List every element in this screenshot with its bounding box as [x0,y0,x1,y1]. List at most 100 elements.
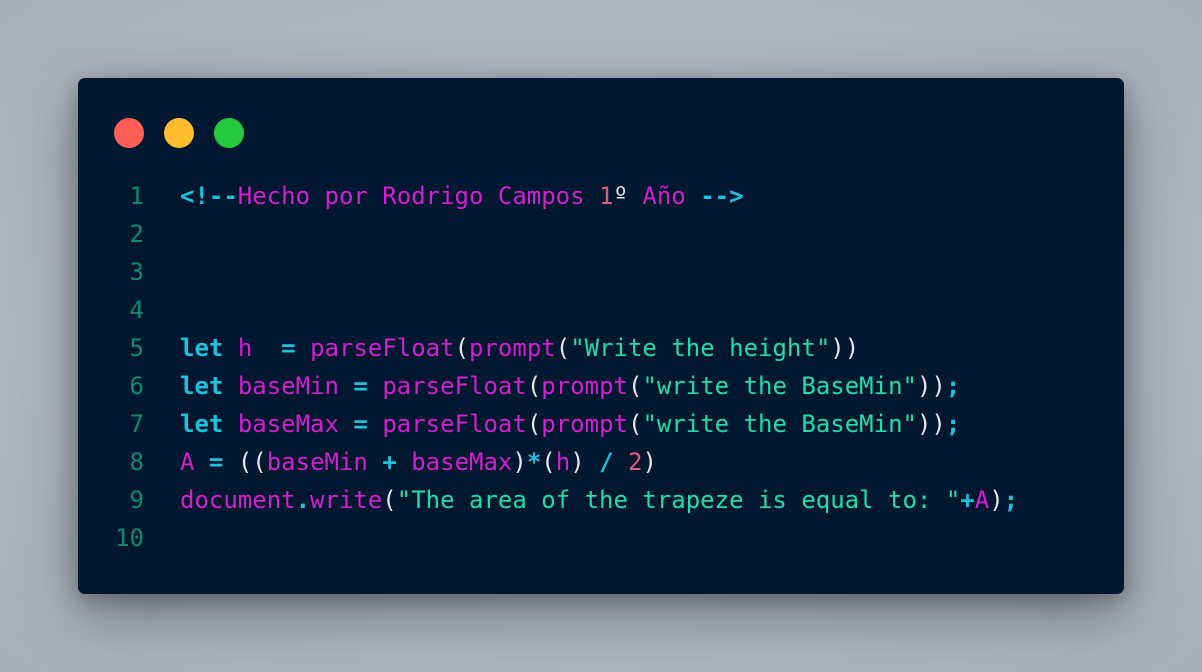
line-number: 8 [129,448,144,476]
code-token: <!-- [180,182,238,210]
code-token: baseMax [411,448,513,476]
code-text: <!--Hecho por Rodrigo Campos 1º Año --> [180,177,744,215]
code-token: ; [1003,486,1019,514]
code-token: baseMin [237,372,339,400]
code-token: ( [541,448,556,476]
code-text: let baseMin = parseFloat(prompt("write t… [180,367,960,405]
code-line: 7 let baseMax = parseFloat(prompt("write … [78,405,1124,443]
code-token: + [382,448,397,476]
code-token: )) [830,334,860,362]
code-token: "write the BaseMin" [642,410,917,438]
code-text: A = ((baseMin + baseMax)*(h) / 2) [180,443,657,481]
code-token: ) [512,448,527,476]
code-token: ) [642,448,657,476]
code-text: let baseMax = parseFloat(prompt("write t… [180,405,960,443]
line-number: 5 [129,334,144,362]
line-number: 7 [129,410,144,438]
code-token: = [281,334,296,362]
code-token: prompt [469,334,556,362]
code-token: 2 [628,448,643,476]
line-number: 3 [129,258,144,286]
code-text: document.write("The area of the trapeze … [180,481,1018,519]
line-number: 9 [129,486,144,514]
code-token: * [526,448,542,476]
line-number: 1 [129,182,144,210]
code-token: ( [454,334,470,362]
code-token: ) [989,486,1004,514]
code-token: write [310,486,383,514]
code-token: prompt [541,410,628,438]
code-token: / [599,448,614,476]
code-line: 10 [78,519,1124,557]
code-token: = [353,372,368,400]
code-token: h [555,448,571,476]
line-number: 2 [129,220,144,248]
code-token: ; [945,372,961,400]
code-token: A [974,486,990,514]
code-token: let [180,410,224,438]
line-number: 6 [129,372,144,400]
code-line: 2 [78,215,1124,253]
code-token: baseMin [266,448,368,476]
code-token: baseMax [237,410,339,438]
code-line: 8A = ((baseMin + baseMax)*(h) / 2) [78,443,1124,481]
close-dot-icon[interactable] [114,118,144,148]
code-line: 5 let h = parseFloat(prompt("Write the he… [78,329,1124,367]
maximize-dot-icon[interactable] [214,118,244,148]
code-line: 1 <!--Hecho por Rodrigo Campos 1º Año --> [78,177,1124,215]
code-token: Hecho por Rodrigo Campos [237,182,600,210]
code-token: ; [945,410,961,438]
code-token: parseFloat [382,372,527,400]
code-token: parseFloat [310,334,455,362]
code-token: h [237,334,253,362]
code-token: let [180,372,224,400]
line-number: 4 [129,296,144,324]
code-token: 1 [599,182,614,210]
code-token: let [180,334,224,362]
code-token: ( [627,410,643,438]
code-token: "The area of the trapeze is equal to: " [396,486,961,514]
code-token: ( [555,334,571,362]
code-token: --> [700,182,744,210]
code-token: = [208,448,224,476]
code-editor: 1 <!--Hecho por Rodrigo Campos 1º Año -->… [78,177,1124,557]
code-token: parseFloat [382,410,527,438]
code-token: = [353,410,368,438]
code-line: 9 document.write("The area of the trapeze… [78,481,1124,519]
code-token: Año [627,182,701,210]
minimize-dot-icon[interactable] [164,118,194,148]
code-token: )) [916,410,946,438]
code-token: º [613,182,628,210]
code-token: prompt [541,372,628,400]
code-token: ( [526,410,542,438]
code-line: 3 [78,253,1124,291]
code-token: + [960,486,975,514]
code-token: "write the BaseMin" [642,372,917,400]
window-controls [114,118,244,148]
code-window: 1 <!--Hecho por Rodrigo Campos 1º Año -->… [78,78,1124,594]
code-token: ( [382,486,397,514]
code-token: . [295,486,311,514]
code-token: ) [570,448,585,476]
code-text: let h = parseFloat(prompt("Write the hei… [180,329,859,367]
code-token: (( [237,448,267,476]
code-token: "Write the height" [570,334,831,362]
code-token: A [180,448,195,476]
code-line: 6 let baseMin = parseFloat(prompt("write … [78,367,1124,405]
code-line: 4 [78,291,1124,329]
